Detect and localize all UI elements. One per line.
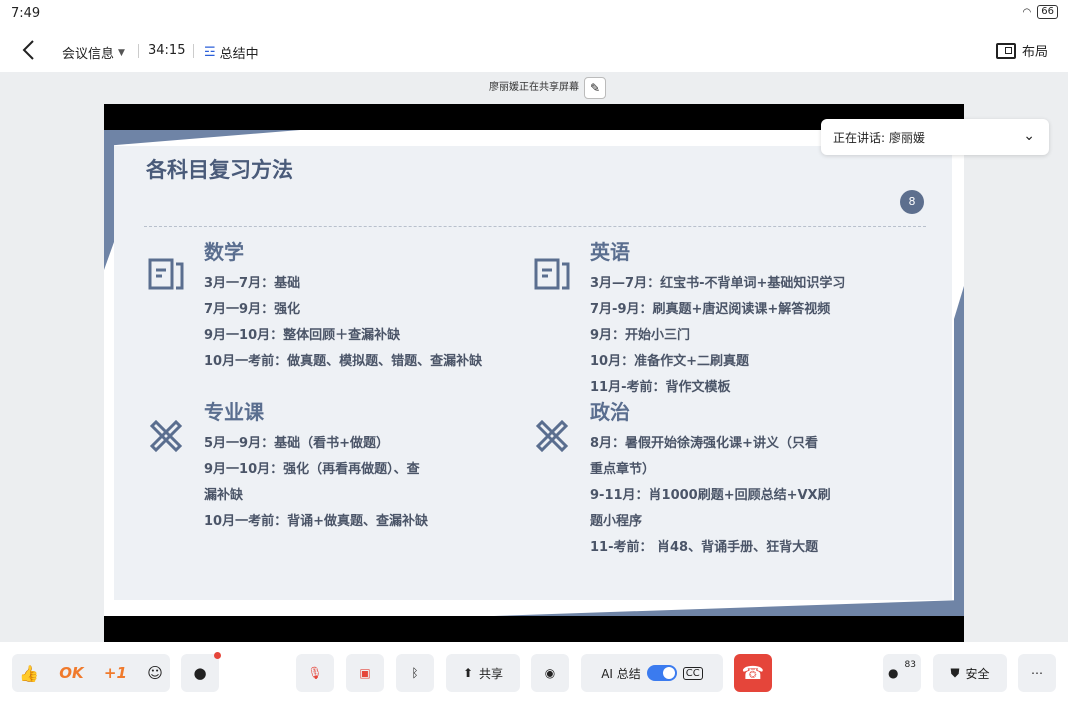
meeting-header: 会议信息 ▼ 34:15 ☲ 总结中 布局 [0,30,1068,72]
divider [138,44,139,58]
battery-icon: 66 [1037,5,1058,19]
back-icon[interactable] [18,38,40,62]
summarizing-button[interactable]: ☲ 总结中 [204,43,259,62]
section-line: 5月一9月：基础（看书+做题） [204,436,389,451]
reactions-group: 👍 OK +1 ☺ [12,654,170,692]
layout-icon [995,42,1016,59]
status-time: 7:49 [11,6,41,21]
bottom-toolbar: 👍 OK +1 ☺ ● 🎙 ▣ ᛒ ⬆ 共享 ◉ AI 总结 CC ☎ ● 83… [0,642,1068,703]
section-line: 11-考前： 肖48、背诵手册、狂背大题 [590,540,819,555]
english-section: 英语 3月—7月：红宝书-不背单词+基础知识学习 7月-9月：刷真题+唐迟阅读课… [590,236,845,401]
section-line: 题小程序 [590,514,643,529]
ruler-pencil-icon [149,419,183,453]
section-line: 10月一考前：背诵+做真题、查漏补缺 [204,514,428,529]
document-icon [148,258,184,290]
decor-triangle [104,130,300,146]
phone-hangup-icon: ☎ [741,662,765,684]
decor-bar [104,130,114,270]
status-bar: 7:49 ◠ 66 [0,0,1068,28]
record-button[interactable]: ◉ [531,654,569,692]
section-line: 9月一10月：强化（再看再做题）、查 [204,462,420,477]
layout-label: 布局 [1021,45,1048,60]
section-line: 3月—7月：红宝书-不背单词+基础知识学习 [590,276,846,291]
captions-icon[interactable]: CC [682,666,703,680]
section-line: 10月：准备作文+二刷真题 [590,354,749,369]
section-line: 9月一10月：整体回顾＋查漏补缺 [204,328,401,343]
meeting-info-button[interactable]: 会议信息 ▼ [62,43,125,62]
caret-down-icon: ▼ [118,47,125,58]
share-label: 共享 [479,666,504,681]
status-icons: ◠ 66 [1023,5,1058,19]
security-button[interactable]: ⛊ 安全 [933,654,1007,692]
speaker-name: 廖丽媛 [889,130,926,145]
summarizing-label: 总结中 [219,47,259,62]
ai-summary-control[interactable]: AI 总结 CC [581,654,723,692]
section-line: 重点章节） [590,462,656,477]
document-icon [534,258,570,290]
sharing-notice: 廖丽媛正在共享屏幕 [489,82,579,93]
chat-button[interactable]: ● [181,652,221,692]
section-line: 3月一7月：基础 [204,276,301,291]
section-line: 7月-9月：刷真题+唐迟阅读课+解答视频 [590,302,831,317]
more-button[interactable]: ⋯ [1018,654,1056,692]
section-line: 7月一9月：强化 [204,302,301,317]
participants-icon: ● [888,666,899,680]
section-line: 8月：暑假开始徐涛强化课+讲义（只看 [590,436,818,451]
section-heading: 数学 [204,240,244,264]
speaker-label: 正在讲话: [833,130,886,145]
share-screen-icon: ⬆ [462,666,474,680]
divider [193,44,194,58]
section-line: 9-11月：肖1000刷题+回顾总结+VX刷 [590,488,831,503]
more-icon: ⋯ [1031,666,1043,680]
active-speaker-dropdown[interactable]: 正在讲话: 廖丽媛 ⌄ [821,119,1049,155]
section-heading: 英语 [590,240,630,264]
section-heading: 政治 [590,400,630,424]
slide-page-number: 8 [900,190,924,214]
section-line: 漏补缺 [204,488,244,503]
meeting-duration: 34:15 [148,43,186,58]
chevron-down-icon: ⌄ [1023,128,1035,144]
bluetooth-icon: ᛒ [411,666,419,680]
decor-bar [954,286,964,616]
ruler-pencil-icon [535,419,569,453]
slide: 各科目复习方法 8 数学 3月一7月：基础 7月一9月：强化 9月一10月：整体… [104,130,964,616]
ai-summary-toggle[interactable] [646,665,677,681]
shared-screen: 各科目复习方法 8 数学 3月一7月：基础 7月一9月：强化 9月一10月：整体… [104,104,964,642]
section-line: 9月：开始小三门 [590,328,691,343]
ok-reaction[interactable]: OK [59,664,83,682]
math-section: 数学 3月一7月：基础 7月一9月：强化 9月一10月：整体回顾＋查漏补缺 10… [204,236,482,375]
security-label: 安全 [965,666,990,681]
record-icon: ◉ [544,666,556,680]
major-course-section: 专业课 5月一9月：基础（看书+做题） 9月一10月：强化（再看再做题）、查 漏… [204,396,428,535]
dotted-divider [144,226,926,227]
chat-icon: ● [193,664,207,682]
section-heading: 专业课 [204,400,264,424]
ai-summary-label: AI 总结 [601,666,641,681]
hang-up-button[interactable]: ☎ [734,654,772,692]
thumbs-up-icon[interactable]: 👍 [19,664,39,683]
decor-triangle [494,600,964,616]
layout-button[interactable]: 布局 [995,41,1048,60]
mute-button[interactable]: 🎙 [296,654,334,692]
mic-off-icon: 🎙 [307,666,323,680]
meeting-info-label: 会议信息 [62,47,115,62]
camera-off-icon: ▣ [359,666,371,680]
politics-section: 政治 8月：暑假开始徐涛强化课+讲义（只看 重点章节） 9-11月：肖1000刷… [590,396,831,561]
shield-icon: ⛊ [950,665,960,680]
bluetooth-button[interactable]: ᛒ [396,654,434,692]
share-button[interactable]: ⬆ 共享 [446,654,520,692]
emoji-icon[interactable]: ☺ [147,664,163,682]
wifi-icon: ◠ [1022,6,1032,18]
camera-button[interactable]: ▣ [346,654,384,692]
participants-count: 83 [904,660,916,670]
annotate-button[interactable]: ✎ [584,77,606,99]
participants-button[interactable]: ● 83 [883,654,921,692]
shared-screen-area: 廖丽媛正在共享屏幕 ✎ 各科目复习方法 8 数学 3月一7月：基础 7月一9月：… [0,72,1068,642]
unread-dot [214,652,221,659]
plus-one-reaction[interactable]: +1 [104,664,127,682]
slide-title: 各科目复习方法 [146,158,293,182]
summary-icon: ☲ [204,45,216,60]
pen-icon: ✎ [589,81,601,95]
section-line: 10月一考前：做真题、模拟题、错题、查漏补缺 [204,354,483,369]
